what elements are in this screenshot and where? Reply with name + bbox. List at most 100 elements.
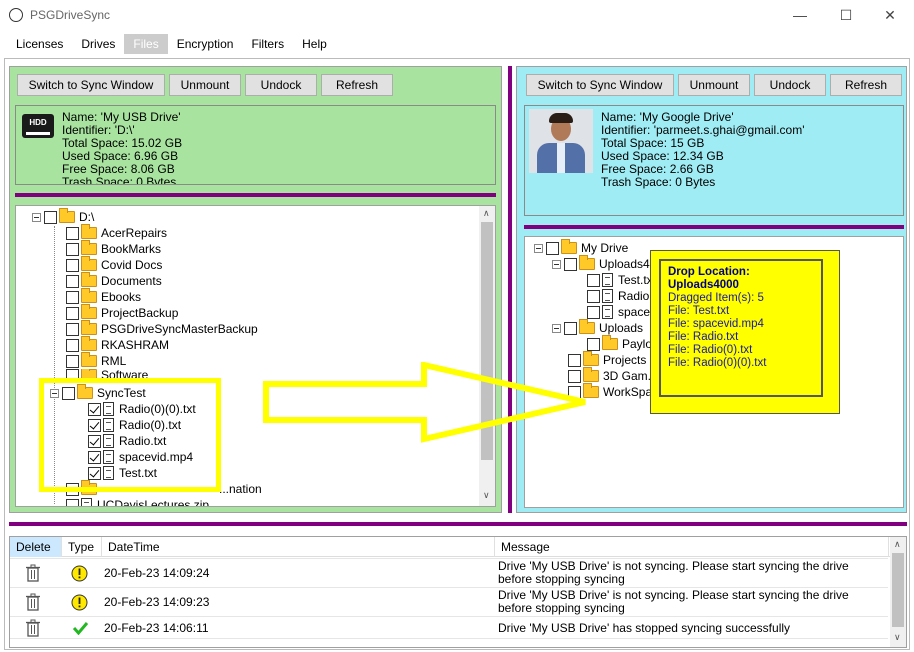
undock-button[interactable]: Undock (245, 74, 317, 96)
warning-icon (71, 588, 88, 616)
warning-icon (71, 559, 88, 587)
menu-drives[interactable]: Drives (72, 34, 124, 54)
checkbox[interactable] (546, 241, 559, 255)
drop-tooltip-file: File: Radio(0)(0).txt (668, 357, 767, 369)
column-header-datetime[interactable]: DateTime (102, 537, 495, 557)
tree-folder[interactable]: Uploads (552, 319, 643, 336)
checkbox[interactable] (66, 226, 79, 240)
tree-folder[interactable]: RKASHRAM (66, 336, 169, 353)
column-header-message[interactable]: Message (495, 537, 889, 557)
tree-file[interactable]: Radio... (587, 288, 659, 304)
menu-help[interactable]: Help (293, 34, 336, 54)
scroll-thumb[interactable] (892, 553, 904, 627)
menu-files[interactable]: Files (124, 34, 168, 54)
checkbox[interactable] (66, 338, 79, 352)
tree-folder[interactable]: AcerRepairs (66, 224, 167, 241)
collapse-icon[interactable] (552, 259, 561, 269)
checkbox[interactable] (66, 242, 79, 256)
log-message: Drive 'My USB Drive' is not syncing. Ple… (498, 588, 849, 615)
checkmark-icon (72, 617, 89, 638)
unmount-button[interactable]: Unmount (678, 74, 750, 96)
refresh-button[interactable]: Refresh (321, 74, 393, 96)
selection-highlight (39, 378, 221, 492)
tree-folder[interactable]: Documents (66, 272, 162, 289)
scroll-down-icon[interactable]: ∨ (894, 632, 901, 643)
trash-icon[interactable] (25, 588, 41, 616)
tree-root[interactable]: My Drive (534, 239, 628, 256)
checkbox[interactable] (66, 258, 79, 272)
minimize-button[interactable]: — (780, 4, 820, 26)
close-button[interactable]: ✕ (870, 4, 910, 26)
checkbox[interactable] (564, 257, 577, 271)
collapse-icon[interactable] (534, 243, 543, 253)
folder-icon (81, 320, 97, 335)
column-header-type[interactable]: Type (62, 537, 102, 557)
collapse-icon[interactable] (32, 212, 41, 222)
log-row[interactable]: 20-Feb-23 14:09:23 Drive 'My USB Drive' … (10, 587, 888, 616)
left-splitter[interactable] (15, 193, 496, 197)
trash-icon[interactable] (25, 559, 41, 587)
horizontal-splitter[interactable] (9, 522, 907, 526)
file-icon (602, 289, 613, 303)
folder-icon (81, 256, 97, 271)
folder-icon (81, 304, 97, 319)
checkbox[interactable] (44, 210, 57, 224)
checkbox[interactable] (587, 273, 600, 287)
unmount-button[interactable]: Unmount (169, 74, 241, 96)
checkbox[interactable] (66, 306, 79, 320)
checkbox[interactable] (66, 290, 79, 304)
tree-root[interactable]: D:\ (32, 208, 94, 225)
log-table-header: Delete Type DateTime Message (10, 537, 890, 557)
log-message: Drive 'My USB Drive' is not syncing. Ple… (498, 559, 849, 586)
checkbox[interactable] (564, 321, 577, 335)
menu-filters[interactable]: Filters (242, 34, 293, 54)
switch-to-sync-window-button[interactable]: Switch to Sync Window (526, 74, 674, 96)
column-header-delete[interactable]: Delete (10, 537, 62, 557)
checkbox[interactable] (66, 322, 79, 336)
app-icon (9, 8, 23, 22)
tree-folder[interactable]: RML (66, 352, 126, 369)
tree-folder[interactable]: PSGDriveSyncMasterBackup (66, 320, 258, 337)
trash-icon[interactable] (25, 617, 41, 638)
tree-folder[interactable]: ProjectBackup (66, 304, 178, 321)
drop-tooltip-content: Drop Location: Uploads4000 Dragged Item(… (659, 259, 823, 397)
refresh-button[interactable]: Refresh (830, 74, 902, 96)
vertical-splitter[interactable] (508, 66, 512, 513)
undock-button[interactable]: Undock (754, 74, 826, 96)
file-icon (602, 273, 613, 287)
checkbox[interactable] (66, 354, 79, 368)
checkbox[interactable] (66, 274, 79, 288)
drop-tooltip-file: File: Radio.txt (668, 331, 739, 343)
checkbox[interactable] (66, 498, 79, 506)
log-row[interactable]: 20-Feb-23 14:06:11 Drive 'My USB Drive' … (10, 616, 888, 638)
title-bar: PSGDriveSync — ☐ ✕ (0, 0, 914, 31)
tree-file[interactable]: UCDavisLectures.zip (66, 497, 209, 506)
right-splitter[interactable] (524, 225, 904, 229)
folder-icon (81, 240, 97, 255)
checkbox[interactable] (587, 337, 600, 351)
tree-folder[interactable]: Covid Docs (66, 256, 162, 273)
menu-encryption[interactable]: Encryption (168, 34, 243, 54)
switch-to-sync-window-button[interactable]: Switch to Sync Window (17, 74, 165, 96)
maximize-button[interactable]: ☐ (826, 4, 866, 26)
scroll-down-icon[interactable]: ∨ (483, 490, 490, 501)
user-avatar (529, 109, 593, 173)
drive-trash-space: Trash Space: 0 Bytes (62, 175, 177, 185)
scroll-up-icon[interactable]: ∧ (894, 539, 901, 550)
scroll-up-icon[interactable]: ∧ (483, 208, 490, 219)
menu-licenses[interactable]: Licenses (7, 34, 72, 54)
folder-icon (59, 208, 75, 223)
left-tree-scrollbar[interactable]: ∧ ∨ (479, 206, 495, 506)
folder-icon (602, 335, 618, 350)
collapse-icon[interactable] (552, 323, 561, 333)
tree-folder[interactable]: Ebooks (66, 288, 141, 305)
destination-drive-pane: Switch to Sync Window Unmount Undock Ref… (516, 66, 907, 513)
drive-trash-space: Trash Space: 0 Bytes (601, 175, 716, 189)
log-scrollbar[interactable]: ∧ ∨ (890, 537, 906, 647)
checkbox[interactable] (587, 289, 600, 303)
tree-folder[interactable]: BookMarks (66, 240, 161, 257)
checkbox[interactable] (587, 305, 600, 319)
tree-file[interactable]: Test.txt (587, 272, 656, 288)
log-row[interactable]: 20-Feb-23 14:09:24 Drive 'My USB Drive' … (10, 558, 888, 587)
log-table: Delete Type DateTime Message 20-Feb-23 1… (9, 536, 907, 648)
